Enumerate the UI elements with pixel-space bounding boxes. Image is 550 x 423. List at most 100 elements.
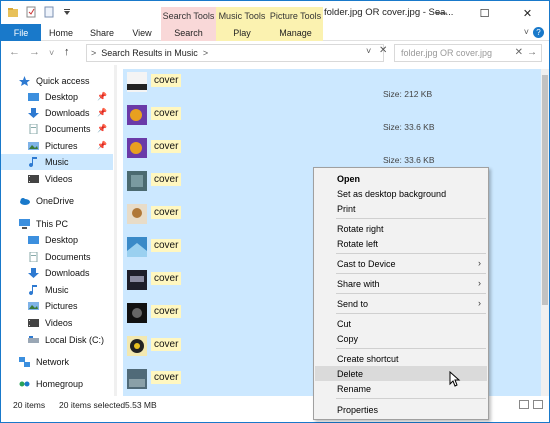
file-name[interactable]: cover <box>151 305 182 318</box>
tab-view[interactable]: View <box>123 24 161 41</box>
selected-size: 5.53 MB <box>125 400 157 410</box>
menu-item-rotate-right[interactable]: Rotate right <box>315 221 487 236</box>
navpane-scrollbar[interactable] <box>114 65 117 396</box>
tab-share[interactable]: Share <box>81 24 123 41</box>
nav-music[interactable]: Music <box>1 154 113 170</box>
selected-count: 20 items selected <box>59 400 126 410</box>
homegroup-icon <box>19 381 30 387</box>
menu-item-open[interactable]: Open <box>315 171 487 186</box>
tab-play[interactable]: Play <box>216 24 268 41</box>
clear-search-icon[interactable]: ✕ <box>515 47 523 58</box>
menu-item-cast[interactable]: Cast to Device › <box>315 256 487 271</box>
nav-pc-pictures[interactable]: Pictures <box>1 298 113 314</box>
nav-label: Quick access <box>36 76 90 86</box>
details-view-icon[interactable] <box>519 400 529 409</box>
minimize-button[interactable]: — <box>420 1 463 25</box>
nav-downloads[interactable]: Downloads 📌 <box>1 105 113 121</box>
back-button[interactable]: ← <box>9 46 20 58</box>
search-query[interactable]: folder.jpg OR cover.jpg <box>401 48 492 58</box>
menu-item-rename[interactable]: Rename <box>315 381 487 396</box>
scrollbar-thumb[interactable] <box>542 75 548 305</box>
nav-this-pc[interactable]: This PC <box>1 216 113 232</box>
maximize-button[interactable]: ☐ <box>463 1 506 25</box>
list-scrollbar[interactable] <box>541 69 549 396</box>
menu-item-set-background[interactable]: Set as desktop background <box>315 186 487 201</box>
file-name[interactable]: cover <box>151 272 182 285</box>
file-name[interactable]: cover <box>151 371 182 384</box>
expand-ribbon-icon[interactable]: ˅ <box>524 27 529 37</box>
nav-desktop[interactable]: Desktop 📌 <box>1 89 113 105</box>
search-tools-header: Search Tools <box>161 7 216 24</box>
nav-label: Desktop <box>45 235 79 245</box>
menu-item-delete[interactable]: Delete <box>315 366 487 381</box>
quick-access-toolbar <box>7 6 73 18</box>
customize-qat-icon[interactable] <box>61 6 73 18</box>
menu-item-copy[interactable]: Copy <box>315 331 487 346</box>
up-button[interactable]: ↑ <box>64 46 70 58</box>
stop-search-icon[interactable]: ✕ <box>379 45 387 56</box>
menu-item-share-with[interactable]: Share with › <box>315 276 487 291</box>
submenu-arrow-icon: › <box>478 258 481 268</box>
file-name[interactable]: cover <box>151 107 182 120</box>
menu-item-properties[interactable]: Properties <box>315 402 487 417</box>
file-name[interactable]: cover <box>151 140 182 153</box>
file-name[interactable]: cover <box>151 338 182 351</box>
tab-home[interactable]: Home <box>41 24 81 41</box>
breadcrumb-path[interactable]: Search Results in Music <box>101 48 198 58</box>
file-thumbnail <box>127 171 147 191</box>
nav-local-disk[interactable]: Local Disk (C:) <box>1 332 113 348</box>
menu-item-create-shortcut[interactable]: Create shortcut <box>315 351 487 366</box>
address-dropdown-icon[interactable]: ˅ <box>366 46 371 56</box>
tab-manage[interactable]: Manage <box>268 24 323 41</box>
forward-button[interactable]: → <box>29 46 40 58</box>
address-bar[interactable]: > Search Results in Music > <box>86 44 384 62</box>
context-menu: Open Set as desktop background Print Rot… <box>313 167 489 420</box>
menu-separator <box>336 273 486 274</box>
menu-separator <box>336 398 486 399</box>
large-icons-view-icon[interactable] <box>533 400 543 409</box>
menu-item-send-to[interactable]: Send to › <box>315 296 487 311</box>
properties-icon[interactable] <box>25 6 37 18</box>
file-thumbnail <box>127 138 147 158</box>
search-go-icon[interactable]: → <box>527 47 537 58</box>
nav-pc-music[interactable]: Music <box>1 282 113 298</box>
breadcrumb-chevron-icon[interactable]: > <box>203 48 208 58</box>
nav-pc-documents[interactable]: Documents <box>1 249 113 265</box>
list-item[interactable]: cover Size: 212 KB <box>123 69 541 102</box>
file-name[interactable]: cover <box>151 74 182 87</box>
file-thumbnail <box>127 336 147 356</box>
folder-icon[interactable] <box>7 6 19 18</box>
help-icon[interactable]: ? <box>533 27 544 38</box>
tab-search[interactable]: Search <box>161 24 216 41</box>
menu-item-rotate-left[interactable]: Rotate left <box>315 236 487 251</box>
nav-videos[interactable]: Videos <box>1 171 113 187</box>
nav-documents[interactable]: Documents 📌 <box>1 121 113 137</box>
nav-quick-access[interactable]: Quick access <box>1 73 113 89</box>
nav-pictures[interactable]: Pictures 📌 <box>1 138 113 154</box>
breadcrumb-chevron-icon[interactable]: > <box>91 48 96 58</box>
file-name[interactable]: cover <box>151 239 182 252</box>
file-name[interactable]: cover <box>151 206 182 219</box>
nav-network[interactable]: Network <box>1 354 113 370</box>
nav-homegroup[interactable]: Homegroup <box>1 376 113 392</box>
nav-pc-downloads[interactable]: Downloads <box>1 265 113 281</box>
nav-pc-desktop[interactable]: Desktop <box>1 232 113 248</box>
pin-icon: 📌 <box>97 108 107 117</box>
file-name[interactable]: cover <box>151 173 182 186</box>
tab-file[interactable]: File <box>1 24 41 41</box>
nav-label: Music <box>45 157 69 167</box>
nav-pc-videos[interactable]: Videos <box>1 315 113 331</box>
search-input[interactable]: folder.jpg OR cover.jpg ✕ → <box>394 44 542 62</box>
recent-locations-button[interactable]: ˅ <box>49 48 54 58</box>
list-item[interactable]: cover Size: 33.6 KB <box>123 102 541 135</box>
nav-onedrive[interactable]: OneDrive <box>1 193 113 209</box>
view-switcher <box>519 400 543 409</box>
new-folder-icon[interactable] <box>43 6 55 18</box>
close-button[interactable]: ✕ <box>506 1 549 25</box>
menu-item-print[interactable]: Print <box>315 201 487 216</box>
picture-tools-header: Picture Tools <box>268 7 323 24</box>
nav-label: This PC <box>36 219 69 229</box>
list-item[interactable]: cover Size: 33.6 KB <box>123 135 541 168</box>
menu-item-cut[interactable]: Cut <box>315 316 487 331</box>
menu-separator <box>336 253 486 254</box>
